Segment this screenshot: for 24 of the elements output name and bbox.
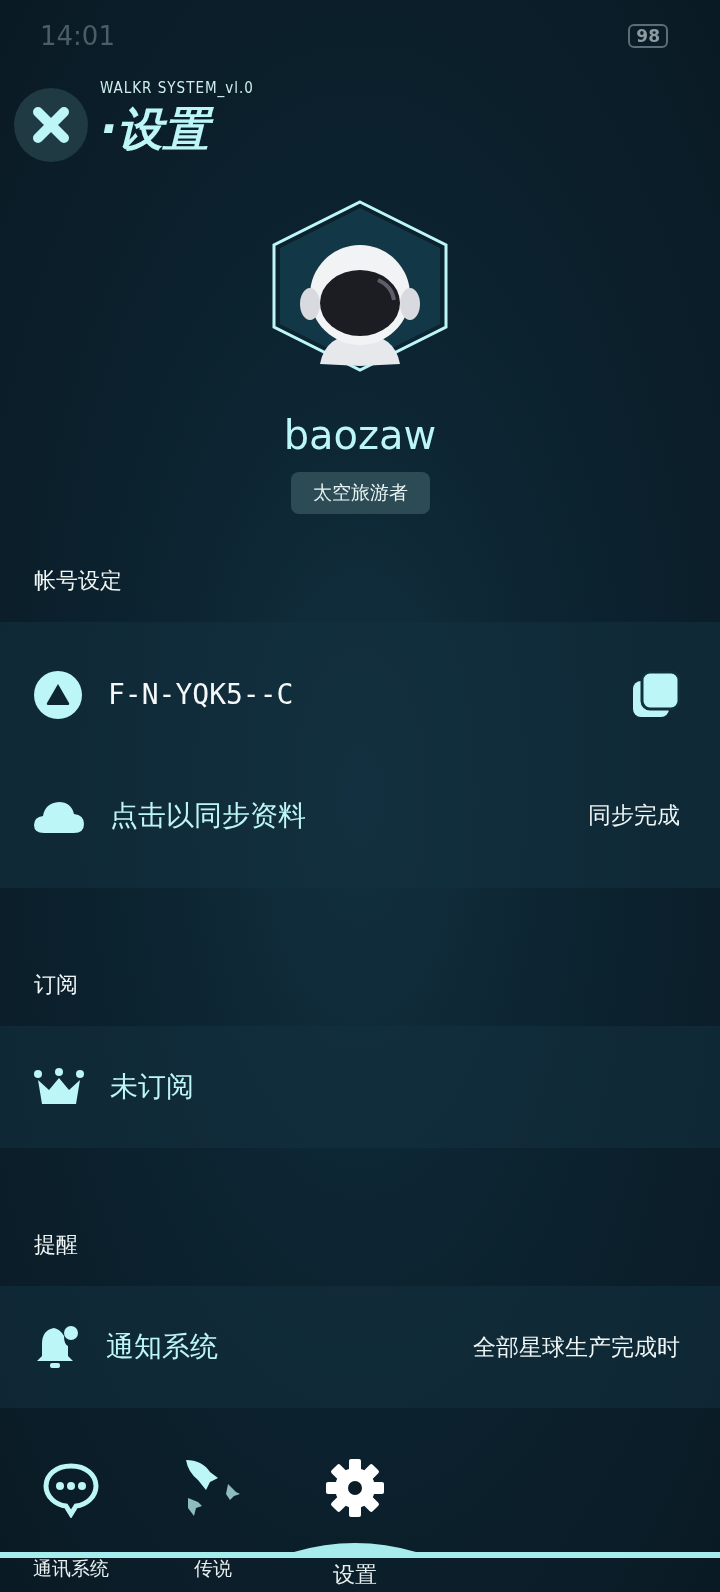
section-title: 帐号设定 [34,567,123,595]
battery-indicator: 98 [628,24,668,48]
status-time: 14:01 [40,21,115,51]
account-id: F-N-YQK5--C [108,678,295,711]
rocket-icon[interactable] [184,1458,242,1518]
setting-value: 同步完成 [588,801,680,830]
copy-icon[interactable] [632,670,680,719]
section-title: 订阅 [34,971,79,999]
nav-tab[interactable]: 设置 [284,1432,426,1592]
rank-badge: 太空旅游者 [290,472,430,514]
setting-label[interactable]: 通知系统 [106,1328,473,1366]
section-title: 提醒 [34,1231,79,1259]
chat-icon[interactable] [43,1462,99,1518]
nav-tab[interactable]: 通讯系统 [0,1432,142,1592]
settings-icon[interactable] [325,1458,385,1518]
nav-tab[interactable]: 传说 [142,1432,284,1592]
username: baozaw [283,412,437,458]
page-title: ·设置 [100,99,254,161]
setting-label[interactable]: 点击以同步资料 [110,796,588,835]
close-icon [31,105,71,145]
setting-value: 全部星球生产完成时 [473,1332,680,1362]
app-version: WALKR SYSTEM_vl.0 [100,79,254,97]
crown-icon [34,1068,84,1106]
setting-label[interactable]: 未订阅 [110,1068,680,1106]
